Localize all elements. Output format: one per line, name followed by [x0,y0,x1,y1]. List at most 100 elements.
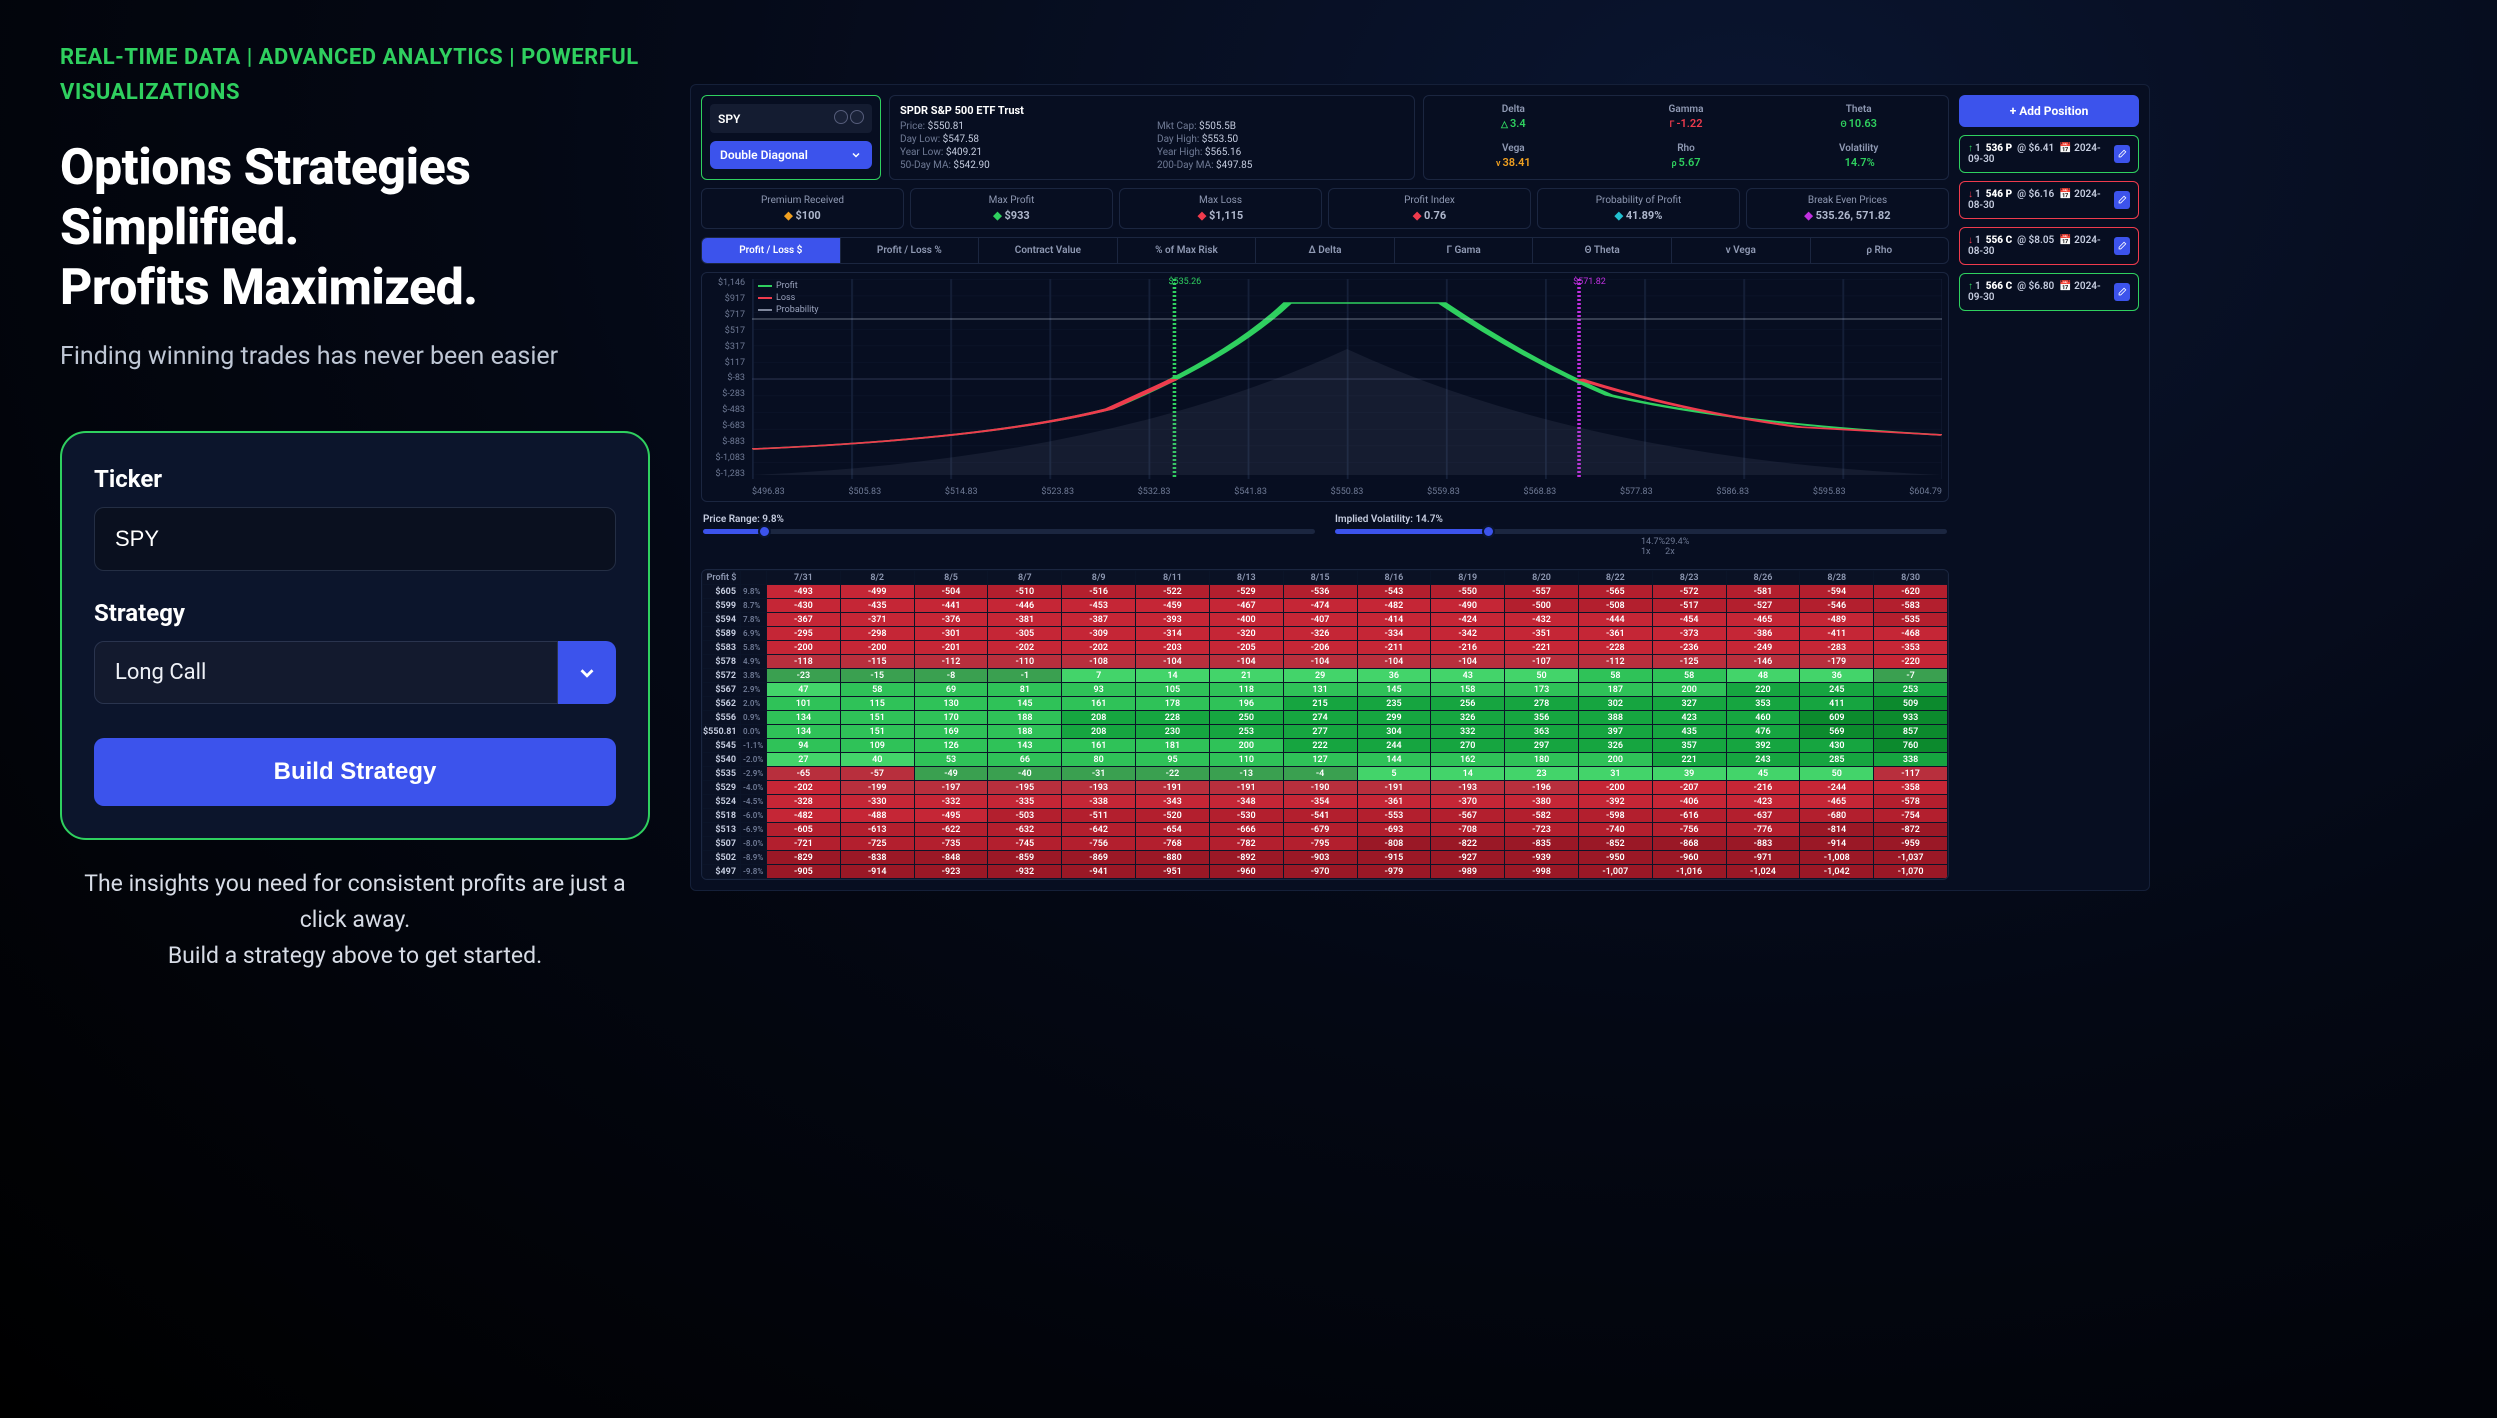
chevron-down-icon [850,149,862,161]
tab-profit-loss-[interactable]: Profit / Loss % [841,238,980,263]
position-row: ↓1 556 C @ $8.05 📅 2024-08-30 [1959,227,2139,265]
heat-row: $5672.9%47586981931051181311451581731872… [703,683,1948,697]
headline-line1: Options Strategies Simplified. [60,139,470,257]
metrics-row: Premium Received◆ $100Max Profit◆ $933Ma… [701,188,1949,229]
heat-row: $550.810.0%13415116918820823025327730433… [703,725,1948,739]
tab--gama[interactable]: Γ Gama [1395,238,1534,263]
chart-x-axis: $496.83$505.83$514.83$523.83$532.83$541.… [752,487,1942,497]
yearhigh-label: Year High: [1157,147,1202,158]
tab--delta[interactable]: Δ Delta [1256,238,1395,263]
price-range-label: Price Range: 9.8% [703,514,1315,525]
heat-row: $5947.8%-367-371-376-381-387-393-400-407… [703,613,1948,627]
add-position-button[interactable]: + Add Position [1959,95,2139,127]
metric-premium-received: Premium Received◆ $100 [701,188,904,229]
tab--theta[interactable]: Θ Theta [1533,238,1672,263]
tab--vega[interactable]: ν Vega [1672,238,1811,263]
heat-row: $5998.7%-430-435-441-446-453-459-467-474… [703,599,1948,613]
strategy-select[interactable]: Long Call [94,641,558,704]
position-row: ↑1 536 P @ $6.41 📅 2024-09-30 [1959,135,2139,173]
instrument-title: SPDR S&P 500 ETF Trust [900,104,1404,117]
iv-mark-2x: 29.4% 2x [1665,537,1689,557]
y-tick: $-1,283 [706,470,748,479]
ticker-icon-1[interactable] [834,110,848,124]
yearhigh-value: $565.16 [1205,147,1241,158]
mktcap-value: $505.5B [1199,121,1236,132]
heat-row: $518-6.0%-482-488-495-503-511-520-530-54… [703,809,1948,823]
y-tick: $-883 [706,438,748,447]
page-subtitle: Finding winning trades has never been ea… [60,342,650,371]
ticker-icon-group [832,110,864,127]
greek-rho: Rhoρ5.67 [1605,143,1768,172]
metric-profit-index: Profit Index◆ 0.76 [1328,188,1531,229]
heat-row: $5723.8%-23-15-8-1714212936435058584836-… [703,669,1948,683]
mktcap-label: Mkt Cap: [1157,121,1197,132]
ma200-label: 200-Day MA: [1157,160,1214,171]
x-tick: $586.83 [1716,487,1749,497]
x-tick: $505.83 [848,487,881,497]
greek-delta: Delta△3.4 [1432,104,1595,133]
iv-mark-1x: 14.7% 1x [1641,537,1665,557]
heat-row: $5622.0%10111513014516117819621523525627… [703,697,1948,711]
y-tick: $917 [706,295,748,304]
calendar-icon: 📅 [2059,189,2071,200]
strategy-select-toggle[interactable] [558,641,616,704]
dayhigh-value: $553.50 [1202,134,1238,145]
edit-position-button[interactable] [2114,237,2130,255]
ticker-label: Ticker [94,465,616,493]
heat-row: $545-1.1%9410912614316118120022224427029… [703,739,1948,753]
insights-line2: Build a strategy above to get started. [168,942,542,969]
daylow-label: Day Low: [900,134,940,145]
ticker-input[interactable] [94,507,616,571]
edit-position-button[interactable] [2114,283,2130,301]
heat-row: $5784.9%-118-115-112-110-108-104-104-104… [703,655,1948,669]
pl-chart: Profit Loss Probability $1,146$917$717$5… [701,272,1949,502]
iv-slider[interactable]: Implied Volatility: 14.7% 14.7% 1x29.4% … [1335,514,1947,557]
position-row: ↑1 566 C @ $6.80 📅 2024-09-30 [1959,273,2139,311]
heat-row: $502-8.9%-829-838-848-859-869-880-892-90… [703,851,1948,865]
y-tick: $117 [706,359,748,368]
greeks-panel: Delta△3.4GammaΓ-1.22ThetaΘ10.63Vegaν38.4… [1423,95,1949,180]
price-range-slider[interactable]: Price Range: 9.8% [703,514,1315,557]
y-tick: $1,146 [706,279,748,288]
x-tick: $559.83 [1427,487,1460,497]
x-tick: $523.83 [1041,487,1074,497]
tab-profit-loss-[interactable]: Profit / Loss $ [702,238,841,263]
iv-label: Implied Volatility: 14.7% [1335,514,1947,525]
heat-row: $529-4.0%-202-199-197-195-193-191-191-19… [703,781,1948,795]
y-tick: $-283 [706,390,748,399]
heat-row: $540-2.0%2740536680951101271441621802002… [703,753,1948,767]
greek-vega: Vegaν38.41 [1432,143,1595,172]
pl-heatmap: Profit $7/318/28/58/78/98/118/138/158/16… [701,569,1949,880]
breakeven-2-label: $571.82 [1573,277,1606,287]
ticker-icon-2[interactable] [850,110,864,124]
dash-ticker-field[interactable]: SPY [710,104,872,133]
y-tick: $-483 [706,406,748,415]
x-tick: $568.83 [1524,487,1557,497]
heat-row: $5560.9%13415117018820822825027429932635… [703,711,1948,725]
yearlow-label: Year Low: [900,147,943,158]
x-tick: $496.83 [752,487,785,497]
tab-contract-value[interactable]: Contract Value [979,238,1118,263]
x-tick: $514.83 [945,487,978,497]
dash-strategy-select[interactable]: Double Diagonal [710,141,872,169]
edit-position-button[interactable] [2114,191,2130,209]
x-tick: $550.83 [1331,487,1364,497]
heat-row: $5896.9%-295-298-301-305-309-314-320-326… [703,627,1948,641]
metric-break-even-prices: Break Even Prices◆ 535.26, 571.82 [1746,188,1949,229]
x-tick: $532.83 [1138,487,1171,497]
positions-panel: + Add Position ↑1 536 P @ $6.41 📅 2024-0… [1959,95,2139,880]
calendar-icon: 📅 [2059,235,2071,246]
y-tick: $-683 [706,422,748,431]
edit-position-button[interactable] [2114,145,2130,163]
ma50-value: $542.90 [953,160,989,171]
page-title: Options Strategies Simplified. Profits M… [60,138,650,318]
tab--of-max-risk[interactable]: % of Max Risk [1118,238,1257,263]
build-strategy-button[interactable]: Build Strategy [94,738,616,806]
dashboard-preview: SPY Double Diagonal SPDR S&P 500 ETF Tru… [690,84,2150,891]
dash-strategy-value: Double Diagonal [720,148,808,162]
tab--rho[interactable]: ρ Rho [1811,238,1949,263]
insights-line1: The insights you need for consistent pro… [84,870,625,933]
metric-max-profit: Max Profit◆ $933 [910,188,1113,229]
chart-plot-area: $535.26 $571.82 [752,279,1942,479]
y-tick: $-83 [706,374,748,383]
